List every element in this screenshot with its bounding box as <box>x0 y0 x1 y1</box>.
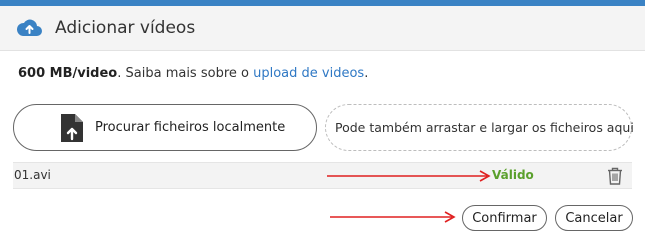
file-status: Válido <box>492 168 534 182</box>
drag-drop-zone[interactable]: Pode também arrastar e largar os ficheir… <box>325 104 634 151</box>
annotation-arrow-confirm <box>330 211 456 223</box>
dialog-header: Adicionar vídeos <box>0 6 645 51</box>
cancel-button[interactable]: Cancelar <box>555 205 633 231</box>
file-upload-icon <box>61 114 83 142</box>
confirm-button[interactable]: Confirmar <box>462 205 547 231</box>
upload-info: 600 MB/video. Saiba mais sobre o upload … <box>18 66 368 81</box>
cloud-upload-icon <box>17 19 42 36</box>
info-suffix: . <box>364 66 369 81</box>
info-text: . Saiba mais sobre o <box>117 66 254 81</box>
file-name: 01.avi <box>14 168 51 182</box>
browse-button-label: Procurar ficheiros localmente <box>95 120 286 135</box>
trash-icon[interactable] <box>607 167 623 185</box>
upload-videos-link[interactable]: upload de videos <box>253 66 364 81</box>
dialog-title: Adicionar vídeos <box>55 18 196 38</box>
size-limit: 600 MB/video <box>18 66 118 81</box>
file-row: 01.avi Válido <box>13 162 632 189</box>
drop-zone-label: Pode também arrastar e largar os ficheir… <box>335 120 634 135</box>
annotation-arrow <box>327 170 491 182</box>
browse-local-files-button[interactable]: Procurar ficheiros localmente <box>13 104 317 151</box>
